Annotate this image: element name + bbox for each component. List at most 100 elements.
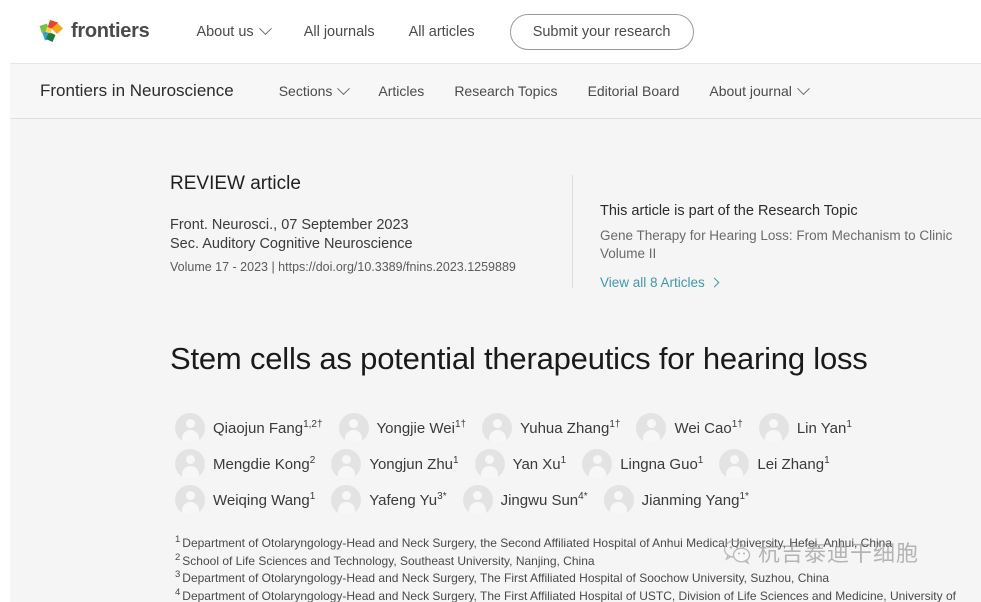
global-navbar: frontiers About us All journals All arti… [10, 0, 981, 64]
author-item[interactable]: Lin Yan1 [759, 413, 852, 443]
avatar [463, 485, 493, 515]
article-header: REVIEW article Front. Neurosci., 07 Sept… [10, 120, 981, 602]
affiliation-number: 3 [175, 569, 180, 580]
journal-nav-editorial-board[interactable]: Editorial Board [573, 83, 695, 99]
author-item[interactable]: Lingna Guo1 [582, 449, 703, 479]
author-affiliation-marker: 1,2† [303, 419, 322, 430]
avatar [582, 449, 612, 479]
submit-research-button[interactable]: Submit your research [510, 14, 694, 50]
nav-item-all-articles[interactable]: All articles [392, 24, 492, 40]
author-list: Qiaojun Fang1,2† Yongjie Wei1† Yuhua Zhang… [10, 413, 981, 515]
author-item[interactable]: Yongjie Wei1† [339, 413, 467, 443]
journal-nav-articles-label: Articles [378, 83, 424, 99]
author-item[interactable]: Lei Zhang1 [719, 449, 829, 479]
chevron-down-icon [797, 82, 810, 95]
article-volume-doi[interactable]: Volume 17 - 2023 | https://doi.org/10.33… [170, 259, 572, 275]
journal-nav-about-journal-label: About journal [709, 83, 792, 99]
research-topic-name[interactable]: Gene Therapy for Hearing Loss: From Mech… [600, 227, 963, 263]
affiliation-number: 1 [175, 534, 180, 545]
journal-nav-research-topics[interactable]: Research Topics [439, 83, 572, 99]
journal-nav-editorial-board-label: Editorial Board [588, 83, 680, 99]
author-affiliation-marker: 1 [453, 455, 459, 466]
view-all-articles-label: View all 8 Articles [600, 275, 705, 290]
author-name: Wei Cao1† [674, 420, 742, 437]
author-item[interactable]: Qiaojun Fang1,2† [175, 413, 323, 443]
author-name: Yongjun Zhu1 [369, 456, 458, 473]
affiliation-item: 4Department of Otolaryngology-Head and N… [175, 588, 965, 602]
frontiers-logo-text: frontiers [71, 20, 149, 43]
avatar [175, 449, 205, 479]
author-affiliation-marker: 3* [437, 491, 446, 502]
affiliation-number: 2 [175, 552, 180, 563]
affiliation-item: 1Department of Otolaryngology-Head and N… [175, 535, 965, 553]
frontiers-logo[interactable]: frontiers [38, 19, 149, 45]
journal-nav-articles[interactable]: Articles [363, 83, 439, 99]
affiliation-number: 4 [175, 587, 180, 598]
global-nav-links: About us All journals All articles Submi… [179, 14, 693, 50]
avatar [339, 413, 369, 443]
author-name: Weiqing Wang1 [213, 492, 315, 509]
author-name: Qiaojun Fang1,2† [213, 420, 323, 437]
author-item[interactable]: Yuhua Zhang1† [482, 413, 620, 443]
journal-nav-sections[interactable]: Sections [264, 83, 364, 99]
nav-item-all-articles-label: All articles [409, 24, 475, 40]
author-affiliation-marker: 1* [739, 491, 748, 502]
author-affiliation-marker: 1 [824, 455, 830, 466]
author-item[interactable]: Mengdie Kong2 [175, 449, 315, 479]
affiliation-item: 3Department of Otolaryngology-Head and N… [175, 570, 965, 588]
author-affiliation-marker: 1† [455, 419, 466, 430]
avatar [331, 485, 361, 515]
author-affiliation-marker: 1† [609, 419, 620, 430]
author-name: Yan Xu1 [513, 456, 567, 473]
avatar [636, 413, 666, 443]
article-journal-date: Front. Neurosci., 07 September 2023 [170, 216, 572, 235]
author-affiliation-marker: 2 [310, 455, 316, 466]
author-item[interactable]: Weiqing Wang1 [175, 485, 315, 515]
author-affiliation-marker: 1† [732, 419, 743, 430]
author-affiliation-marker: 1 [561, 455, 567, 466]
nav-item-all-journals-label: All journals [304, 24, 375, 40]
avatar [604, 485, 634, 515]
page-title: Stem cells as potential therapeutics for… [10, 340, 981, 378]
frontiers-logo-icon [38, 19, 64, 45]
author-item[interactable]: Yongjun Zhu1 [331, 449, 458, 479]
avatar [482, 413, 512, 443]
journal-nav-sections-label: Sections [279, 83, 333, 99]
author-item[interactable]: Yan Xu1 [475, 449, 567, 479]
journal-nav-about-journal[interactable]: About journal [694, 83, 823, 99]
journal-title[interactable]: Frontiers in Neuroscience [40, 81, 234, 101]
chevron-right-icon [709, 278, 719, 288]
author-item[interactable]: Yafeng Yu3* [331, 485, 446, 515]
author-name: Yafeng Yu3* [369, 492, 446, 509]
article-type-label: REVIEW article [170, 173, 572, 195]
author-item[interactable]: Jingwu Sun4* [463, 485, 588, 515]
author-item[interactable]: Wei Cao1† [636, 413, 742, 443]
left-gutter [0, 0, 10, 602]
chevron-down-icon [338, 82, 351, 95]
nav-item-about-us-label: About us [196, 24, 253, 40]
avatar [175, 485, 205, 515]
author-name: Jingwu Sun4* [501, 492, 588, 509]
author-name: Yuhua Zhang1† [520, 420, 620, 437]
author-affiliation-marker: 1 [846, 419, 852, 430]
article-meta-row: REVIEW article Front. Neurosci., 07 Sept… [10, 120, 981, 292]
nav-item-all-journals[interactable]: All journals [287, 24, 392, 40]
affiliation-item: 2School of Life Sciences and Technology,… [175, 553, 965, 571]
affiliation-list: 1Department of Otolaryngology-Head and N… [10, 535, 981, 602]
avatar [719, 449, 749, 479]
article-meta-left: REVIEW article Front. Neurosci., 07 Sept… [170, 173, 572, 292]
research-topic-heading: This article is part of the Research Top… [600, 203, 963, 219]
author-name: Jianming Yang1* [642, 492, 749, 509]
author-name: Mengdie Kong2 [213, 456, 315, 473]
author-name: Lingna Guo1 [620, 456, 703, 473]
research-topic-block: This article is part of the Research Top… [573, 173, 963, 292]
author-affiliation-marker: 1 [698, 455, 704, 466]
author-name: Lin Yan1 [797, 420, 852, 437]
page-root: frontiers About us All journals All arti… [0, 0, 981, 602]
author-item[interactable]: Jianming Yang1* [604, 485, 749, 515]
author-affiliation-marker: 4* [578, 491, 587, 502]
avatar [331, 449, 361, 479]
view-all-articles-link[interactable]: View all 8 Articles [600, 275, 718, 290]
journal-navbar: Frontiers in Neuroscience Sections Artic… [10, 64, 981, 119]
nav-item-about-us[interactable]: About us [179, 24, 286, 40]
